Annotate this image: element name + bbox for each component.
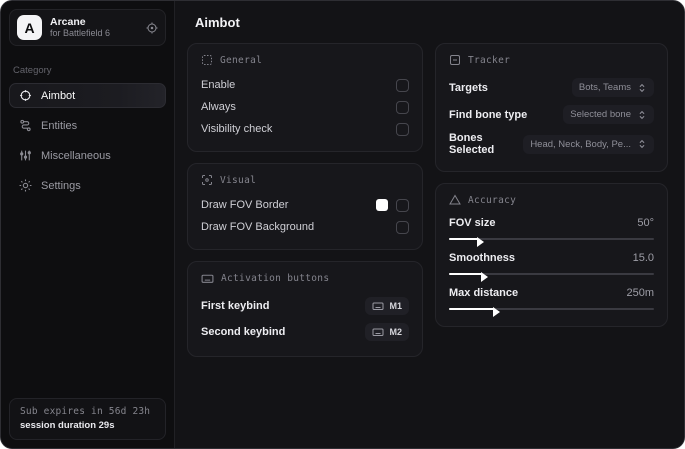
- select-value: Bots, Teams: [578, 82, 631, 93]
- target-icon[interactable]: [146, 22, 158, 34]
- fov-size-slider[interactable]: [448, 235, 654, 247]
- row-label: FOV size: [448, 217, 496, 229]
- slider-thumb[interactable]: [476, 237, 484, 247]
- max-distance-control: Max distance 250m: [448, 287, 654, 317]
- sidebar-item-label: Settings: [41, 179, 81, 192]
- box-select-icon: [201, 54, 213, 66]
- session-duration-text: session duration 29s: [20, 420, 115, 431]
- keyboard-icon: [372, 300, 384, 312]
- visual-row-fov-background: Draw FOV Background: [201, 216, 409, 238]
- row-label: Targets: [448, 81, 488, 94]
- first-keybind-button[interactable]: M1: [365, 297, 409, 315]
- targets-select[interactable]: Bots, Teams: [571, 78, 654, 97]
- row-label: Draw FOV Border: [201, 199, 289, 211]
- sidebar: A Arcane for Battlefield 6 Category Aimb…: [1, 1, 175, 448]
- visual-row-fov-border: Draw FOV Border: [201, 194, 409, 216]
- keyboard-icon: [372, 326, 384, 338]
- card-title: Accuracy: [467, 194, 517, 206]
- slider-value: 50°: [637, 217, 654, 229]
- second-keybind-button[interactable]: M2: [365, 323, 409, 341]
- sidebar-item-entities[interactable]: Entities: [9, 113, 166, 138]
- keybind-value: M2: [389, 327, 402, 337]
- sidebar-item-label: Miscellaneous: [41, 149, 111, 162]
- app-window: A Arcane for Battlefield 6 Category Aimb…: [0, 0, 685, 449]
- main-content: Aimbot General Enable Always Visibility …: [175, 1, 684, 448]
- fov-size-control: FOV size 50°: [448, 217, 654, 247]
- chevrons-up-down-icon: [637, 139, 647, 149]
- general-card: General Enable Always Visibility check: [187, 43, 423, 152]
- accuracy-card: Accuracy FOV size 50° Smoothness 15.0 Ma…: [434, 183, 668, 327]
- page-title: Aimbot: [195, 15, 240, 30]
- tracker-card: Tracker Targets Bots, Teams Find bone ty…: [434, 43, 668, 172]
- card-title: Tracker: [467, 54, 511, 66]
- row-label: Visibility check: [201, 123, 273, 135]
- row-label: Max distance: [448, 287, 519, 299]
- select-value: Selected bone: [570, 109, 631, 120]
- select-value: Head, Neck, Body, Pe...: [530, 138, 631, 150]
- row-label: Draw FOV Background: [201, 221, 315, 233]
- keyboard-icon: [201, 272, 214, 285]
- fov-border-checkbox[interactable]: [395, 198, 409, 212]
- chevrons-up-down-icon: [637, 110, 647, 120]
- find-bone-type-select[interactable]: Selected bone: [563, 105, 654, 124]
- keybind-value: M1: [389, 301, 402, 311]
- row-targets: Targets Bots, Teams: [449, 74, 654, 101]
- row-label: Bones Selected: [448, 132, 495, 156]
- sub-expiry-text: Sub expires in 56d 23h: [20, 406, 151, 417]
- crosshair-icon: [19, 89, 32, 102]
- fov-background-checkbox[interactable]: [395, 220, 409, 234]
- row-label: Smoothness: [448, 252, 515, 264]
- general-row-enable: Enable: [201, 74, 409, 96]
- app-subtitle: for Battlefield 6: [50, 28, 111, 39]
- sidebar-nav: Aimbot Entities Miscellaneous Settings: [1, 83, 174, 198]
- app-name: Arcane: [50, 16, 86, 29]
- slider-thumb[interactable]: [493, 307, 501, 317]
- triangle-icon: [449, 194, 461, 206]
- focus-icon: [201, 174, 213, 186]
- general-row-visibility-check: Visibility check: [201, 118, 409, 140]
- card-title: Visual: [220, 174, 257, 186]
- card-title: Activation buttons: [221, 273, 330, 284]
- card-title: General: [220, 54, 263, 66]
- max-distance-slider[interactable]: [448, 305, 654, 317]
- gear-icon: [19, 179, 32, 192]
- app-header[interactable]: A Arcane for Battlefield 6: [9, 9, 166, 46]
- chevrons-up-down-icon: [637, 83, 647, 93]
- visual-card: Visual Draw FOV Border Draw FOV Backgrou…: [187, 163, 423, 250]
- sidebar-item-settings[interactable]: Settings: [9, 173, 166, 198]
- smoothness-control: Smoothness 15.0: [448, 252, 654, 282]
- enable-checkbox[interactable]: [395, 78, 409, 92]
- always-checkbox[interactable]: [395, 100, 409, 114]
- sidebar-item-label: Entities: [41, 119, 78, 132]
- sidebar-item-label: Aimbot: [41, 89, 76, 102]
- subscription-info: Sub expires in 56d 23h session duration …: [9, 398, 166, 440]
- minus-square-icon: [449, 54, 461, 66]
- slider-thumb[interactable]: [480, 272, 488, 282]
- row-first-keybind: First keybind M1: [201, 293, 409, 319]
- row-label: First keybind: [201, 300, 270, 312]
- sidebar-item-aimbot[interactable]: Aimbot: [9, 83, 166, 108]
- row-label: Find bone type: [448, 108, 528, 121]
- general-row-always: Always: [201, 96, 409, 118]
- bones-selected-select[interactable]: Head, Neck, Body, Pe...: [523, 134, 654, 154]
- app-logo: A: [17, 15, 42, 40]
- row-label: Always: [201, 101, 236, 113]
- row-find-bone-type: Find bone type Selected bone: [449, 101, 654, 128]
- category-label: Category: [13, 65, 52, 76]
- visibility-check-checkbox[interactable]: [395, 122, 409, 136]
- row-label: Second keybind: [201, 326, 286, 338]
- slider-value: 15.0: [632, 252, 654, 264]
- fov-border-color-swatch[interactable]: [375, 199, 388, 211]
- row-second-keybind: Second keybind M2: [201, 319, 409, 345]
- sliders-icon: [19, 149, 32, 162]
- smoothness-slider[interactable]: [448, 270, 654, 282]
- row-bones-selected: Bones Selected Head, Neck, Body, Pe...: [449, 128, 654, 160]
- sidebar-item-miscellaneous[interactable]: Miscellaneous: [9, 143, 166, 168]
- row-label: Enable: [201, 79, 236, 91]
- activation-buttons-card: Activation buttons First keybind M1 Seco…: [187, 261, 423, 357]
- slider-value: 250m: [626, 287, 654, 299]
- entities-icon: [19, 119, 32, 132]
